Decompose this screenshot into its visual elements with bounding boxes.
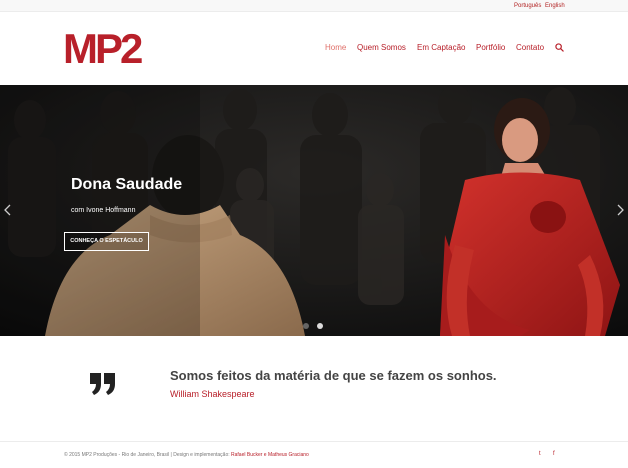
chevron-left-icon[interactable] bbox=[3, 203, 13, 217]
slider-dot-2[interactable] bbox=[317, 323, 323, 329]
hero-slider: Dona Saudade com Ivone Hoffmann CONHEÇA … bbox=[0, 85, 628, 336]
footer-copyright: © 2015 MP2 Produções - Rio de Janeiro, B… bbox=[64, 452, 309, 458]
footer-copyright-text: © 2015 MP2 Produções - Rio de Janeiro, B… bbox=[64, 452, 232, 458]
slider-dot-1[interactable] bbox=[303, 323, 309, 329]
site-logo[interactable]: MP2 bbox=[63, 28, 143, 70]
nav-item-contato[interactable]: Contato bbox=[516, 43, 544, 52]
nav-item-quem-somos[interactable]: Quem Somos bbox=[357, 43, 406, 52]
language-bar: Português English bbox=[0, 0, 628, 12]
search-icon[interactable] bbox=[555, 43, 564, 52]
twitter-icon[interactable]: t bbox=[539, 451, 541, 457]
hero-title: Dona Saudade bbox=[71, 176, 183, 193]
quote-text: Somos feitos da matéria de que se fazem … bbox=[170, 368, 497, 383]
language-portuguese-link[interactable]: Português bbox=[514, 2, 541, 10]
nav-item-home[interactable]: Home bbox=[325, 43, 346, 52]
quote-author: William Shakespeare bbox=[170, 389, 255, 399]
chevron-right-icon[interactable] bbox=[615, 203, 625, 217]
quote-icon bbox=[90, 373, 115, 395]
language-english-link[interactable]: English bbox=[545, 2, 565, 10]
facebook-icon[interactable]: f bbox=[553, 451, 555, 457]
site-header: MP2 Home Quem Somos Em Captação Portfóli… bbox=[0, 12, 628, 85]
nav-item-em-captacao[interactable]: Em Captação bbox=[417, 43, 465, 52]
site-footer: © 2015 MP2 Produções - Rio de Janeiro, B… bbox=[0, 441, 628, 468]
hero-cta-button[interactable]: CONHEÇA O ESPETÁCULO bbox=[64, 232, 149, 251]
hero-subtitle: com Ivone Hoffmann bbox=[71, 207, 136, 214]
footer-credit-link[interactable]: Rafael Bucker e Matheus Graciano bbox=[231, 452, 309, 458]
nav-item-portfolio[interactable]: Portfólio bbox=[476, 43, 505, 52]
